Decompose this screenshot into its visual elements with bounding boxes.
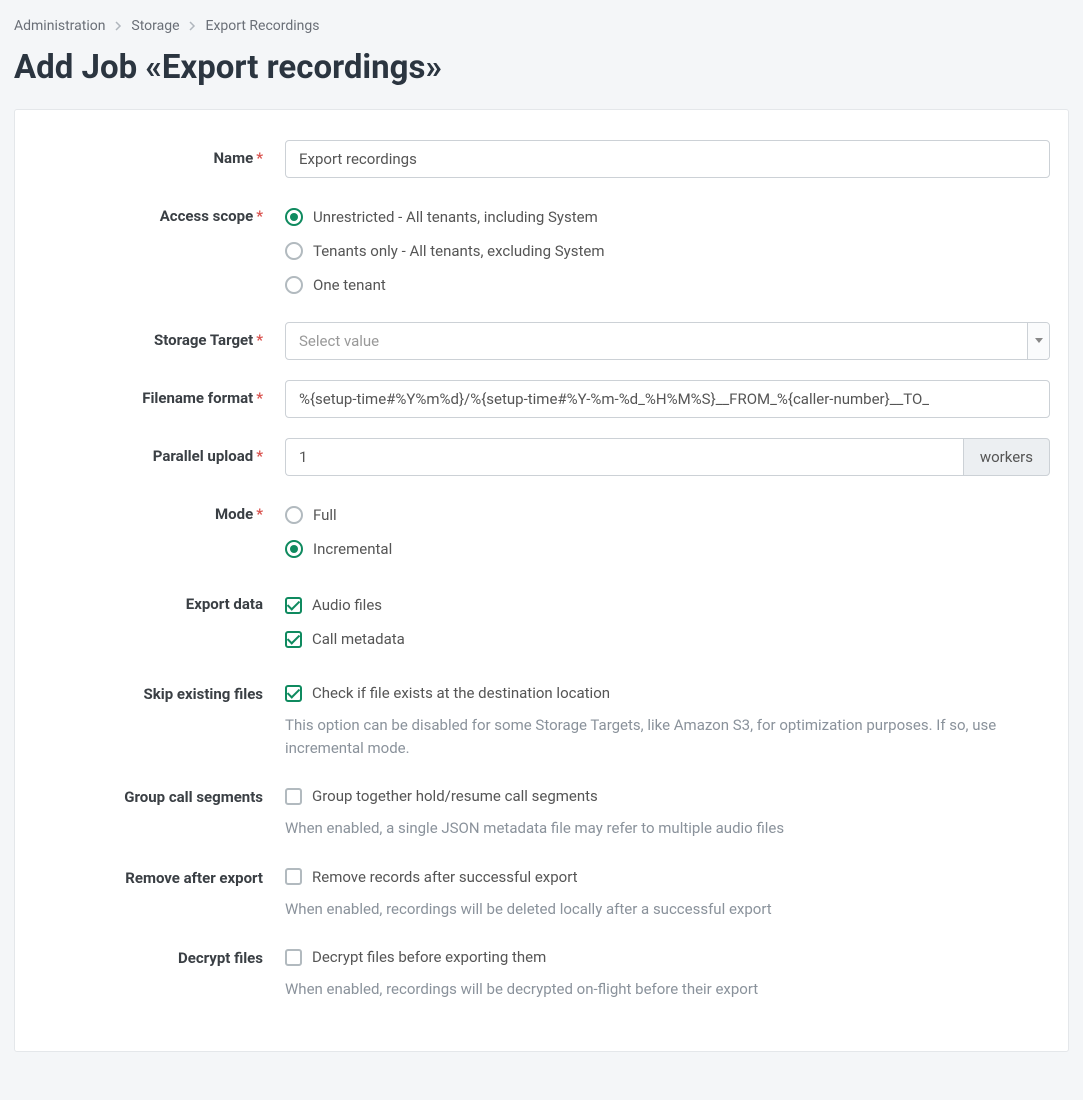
chevron-right-icon	[189, 18, 196, 34]
help-remove-after: When enabled, recordings will be deleted…	[285, 898, 1050, 921]
label-access-scope: Access scope*	[33, 198, 285, 225]
breadcrumb-current: Export Recordings	[206, 18, 320, 34]
radio-label: Unrestricted - All tenants, including Sy…	[313, 208, 598, 226]
breadcrumb: Administration Storage Export Recordings	[0, 0, 1083, 40]
label-mode-text: Mode	[215, 505, 253, 523]
radio-icon	[285, 506, 303, 524]
checkbox-label: Remove records after successful export	[312, 868, 578, 886]
label-group-segments: Group call segments	[33, 779, 285, 806]
checkbox-label: Decrypt files before exporting them	[312, 948, 546, 966]
page-title: Add Job «Export recordings»	[0, 40, 1083, 109]
filename-format-input[interactable]	[285, 380, 1050, 418]
storage-target-select[interactable]: Select value	[285, 322, 1050, 360]
label-mode: Mode*	[33, 496, 285, 523]
label-filename-format-text: Filename format	[142, 389, 253, 407]
radio-mode-full[interactable]: Full	[285, 498, 1050, 532]
label-group-segments-text: Group call segments	[124, 788, 263, 806]
parallel-upload-unit: workers	[963, 438, 1050, 476]
label-name-text: Name	[213, 149, 253, 167]
required-indicator: *	[256, 389, 263, 407]
checkbox-group-segments[interactable]: Group together hold/resume call segments	[285, 779, 1050, 813]
checkbox-export-audio[interactable]: Audio files	[285, 588, 1050, 622]
checkbox-label: Call metadata	[312, 630, 405, 648]
checkbox-remove-after[interactable]: Remove records after successful export	[285, 860, 1050, 894]
radio-icon	[285, 242, 303, 260]
required-indicator: *	[256, 207, 263, 225]
help-group-segments: When enabled, a single JSON metadata fil…	[285, 817, 1050, 840]
label-name: Name*	[33, 140, 285, 167]
required-indicator: *	[256, 447, 263, 465]
radio-label: Full	[313, 506, 337, 524]
radio-label: One tenant	[313, 276, 386, 294]
label-decrypt-files: Decrypt files	[33, 940, 285, 967]
label-export-data: Export data	[33, 586, 285, 613]
label-parallel-upload: Parallel upload*	[33, 438, 285, 465]
checkbox-icon	[285, 597, 302, 614]
chevron-right-icon	[115, 18, 122, 34]
checkbox-decrypt-files[interactable]: Decrypt files before exporting them	[285, 940, 1050, 974]
label-access-scope-text: Access scope	[160, 207, 253, 225]
radio-mode-incremental[interactable]: Incremental	[285, 532, 1050, 566]
checkbox-label: Group together hold/resume call segments	[312, 787, 598, 805]
label-filename-format: Filename format*	[33, 380, 285, 407]
checkbox-icon	[285, 788, 302, 805]
checkbox-icon	[285, 868, 302, 885]
form-card: Name* Access scope* Unrestricted - All t…	[14, 109, 1069, 1052]
checkbox-label: Audio files	[312, 596, 382, 614]
radio-access-one-tenant[interactable]: One tenant	[285, 268, 1050, 302]
label-parallel-upload-text: Parallel upload	[153, 447, 253, 465]
required-indicator: *	[256, 149, 263, 167]
required-indicator: *	[256, 505, 263, 523]
label-storage-target-text: Storage Target	[154, 331, 253, 349]
label-storage-target: Storage Target*	[33, 322, 285, 349]
label-decrypt-files-text: Decrypt files	[178, 949, 263, 967]
checkbox-icon	[285, 949, 302, 966]
radio-access-unrestricted[interactable]: Unrestricted - All tenants, including Sy…	[285, 200, 1050, 234]
radio-icon	[285, 276, 303, 294]
checkbox-label: Check if file exists at the destination …	[312, 684, 610, 702]
checkbox-icon	[285, 685, 302, 702]
radio-icon	[285, 208, 303, 226]
label-skip-existing: Skip existing files	[33, 676, 285, 703]
select-placeholder: Select value	[286, 323, 1027, 359]
label-export-data-text: Export data	[186, 595, 263, 613]
checkbox-skip-existing[interactable]: Check if file exists at the destination …	[285, 676, 1050, 710]
help-decrypt-files: When enabled, recordings will be decrypt…	[285, 978, 1050, 1001]
breadcrumb-link-storage[interactable]: Storage	[131, 18, 179, 34]
help-skip-existing: This option can be disabled for some Sto…	[285, 714, 1050, 759]
label-remove-after-text: Remove after export	[125, 869, 263, 887]
radio-label: Incremental	[313, 540, 392, 558]
label-skip-existing-text: Skip existing files	[144, 685, 263, 703]
required-indicator: *	[256, 331, 263, 349]
radio-icon	[285, 540, 303, 558]
name-input[interactable]	[285, 140, 1050, 178]
checkbox-icon	[285, 631, 302, 648]
radio-access-tenants-only[interactable]: Tenants only - All tenants, excluding Sy…	[285, 234, 1050, 268]
radio-label: Tenants only - All tenants, excluding Sy…	[313, 242, 604, 260]
chevron-down-icon	[1027, 323, 1049, 359]
breadcrumb-link-administration[interactable]: Administration	[14, 18, 105, 34]
parallel-upload-input[interactable]	[285, 438, 963, 476]
label-remove-after: Remove after export	[33, 860, 285, 887]
checkbox-export-metadata[interactable]: Call metadata	[285, 622, 1050, 656]
